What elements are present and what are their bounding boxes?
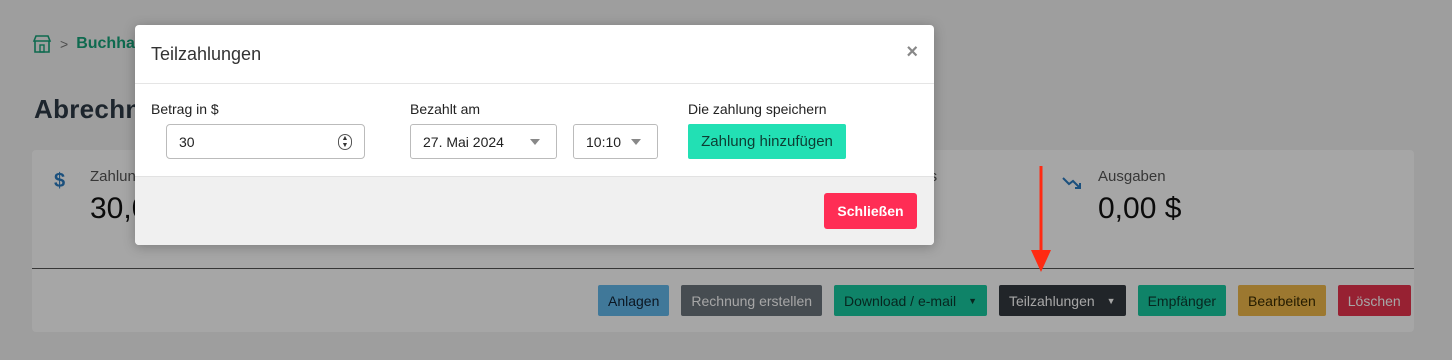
save-label: Die zahlung speichern	[688, 101, 827, 117]
stepper-icon[interactable]: ▲ ▼	[338, 134, 352, 150]
close-icon[interactable]: ×	[906, 41, 918, 64]
teilzahlungen-modal: Teilzahlungen × Betrag in $ 30 ▲ ▼ Bezahl…	[135, 25, 934, 245]
caret-down-icon	[631, 139, 641, 145]
amount-label: Betrag in $	[151, 101, 219, 117]
modal-body: Betrag in $ 30 ▲ ▼ Bezahlt am 27. Mai 202…	[135, 84, 934, 176]
date-value: 27. Mai 2024	[423, 133, 504, 150]
modal-title: Teilzahlungen	[151, 44, 262, 64]
modal-header: Teilzahlungen ×	[135, 25, 934, 84]
annotation-arrow-icon	[1031, 166, 1051, 272]
add-payment-button[interactable]: Zahlung hinzufügen	[688, 124, 846, 159]
amount-value: 30	[179, 133, 195, 150]
paid-at-label: Bezahlt am	[410, 101, 481, 117]
close-button[interactable]: Schließen	[824, 193, 917, 229]
time-select[interactable]: 10:10	[573, 124, 658, 159]
time-value: 10:10	[586, 133, 622, 150]
amount-input[interactable]: 30 ▲ ▼	[166, 124, 365, 159]
caret-down-icon	[530, 139, 540, 145]
date-select[interactable]: 27. Mai 2024	[410, 124, 557, 159]
modal-footer: Schließen	[135, 176, 934, 245]
